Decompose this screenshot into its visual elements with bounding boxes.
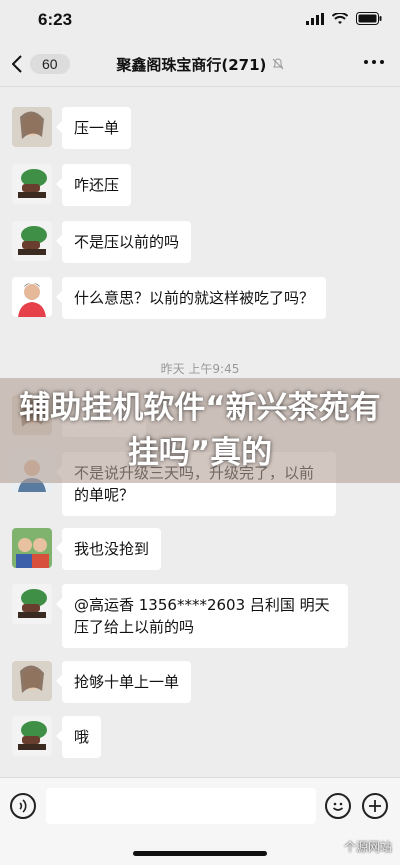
more-options-button[interactable]: [364, 60, 384, 64]
avatar-kids[interactable]: [12, 528, 52, 568]
message-row: 压一单: [12, 107, 382, 149]
avatar-person[interactable]: [12, 277, 52, 317]
emoji-button[interactable]: [325, 793, 351, 819]
avatar-tree[interactable]: [12, 716, 52, 756]
message-input[interactable]: [46, 788, 316, 824]
status-bar: 6:23: [0, 0, 400, 42]
signal-icon: [306, 12, 324, 25]
watermark: 个源网站: [343, 840, 392, 854]
message-row: 什么意思？以前的就这样被吃了吗？: [12, 277, 382, 319]
message-bubble[interactable]: @高运香 1356****2603 吕利国 明天压了给上以前的吗: [56, 584, 348, 648]
banner-text: 辅助挂机软件“新兴茶苑有挂吗”真的: [19, 389, 381, 471]
message-row: 抢够十单上一单: [12, 661, 382, 703]
home-indicator[interactable]: [133, 851, 267, 856]
avatar-portrait[interactable]: [12, 107, 52, 147]
emoji-icon: [332, 802, 344, 811]
message-bubble[interactable]: 咋还压: [55, 164, 132, 206]
message-row: 我也没抢到: [12, 528, 382, 570]
message-row: 哦: [12, 716, 382, 758]
status-time: 6:23: [38, 10, 73, 29]
battery-icon: [356, 12, 382, 25]
voice-input-button[interactable]: [10, 793, 36, 819]
message-row: @高运香 1356****2603 吕利国 明天压了给上以前的吗: [12, 584, 382, 648]
chat-header: 60 聚鑫阁珠宝商行(271): [0, 42, 400, 87]
message-bubble[interactable]: 什么意思？以前的就这样被吃了吗？: [55, 277, 327, 319]
message-row: 不是压以前的吗: [12, 221, 382, 263]
message-bubble[interactable]: 抢够十单上一单: [55, 661, 192, 703]
plus-icon: [369, 800, 381, 812]
message-bubble[interactable]: 我也没抢到: [55, 528, 162, 570]
mute-bell-icon: [272, 58, 283, 70]
status-icons: [306, 12, 382, 25]
message-bubble[interactable]: 哦: [55, 716, 102, 758]
voice-icon: [19, 799, 27, 813]
avatar-tree[interactable]: [12, 164, 52, 204]
home-area: [0, 835, 400, 865]
message-bubble[interactable]: 压一单: [55, 107, 132, 149]
input-bar: [0, 777, 400, 836]
avatar-portrait[interactable]: [12, 661, 52, 701]
overlay-banner: 辅助挂机软件“新兴茶苑有挂吗”真的: [0, 378, 400, 483]
avatar-tree[interactable]: [12, 221, 52, 261]
message-row: 咋还压: [12, 164, 382, 206]
more-actions-button[interactable]: [362, 793, 388, 819]
chat-title: 聚鑫阁珠宝商行(271): [0, 54, 400, 75]
avatar-tree[interactable]: [12, 584, 52, 624]
wifi-icon: [332, 12, 348, 24]
message-timestamp: 昨天 上午9:45: [160, 362, 240, 376]
message-bubble[interactable]: 不是压以前的吗: [55, 221, 192, 263]
